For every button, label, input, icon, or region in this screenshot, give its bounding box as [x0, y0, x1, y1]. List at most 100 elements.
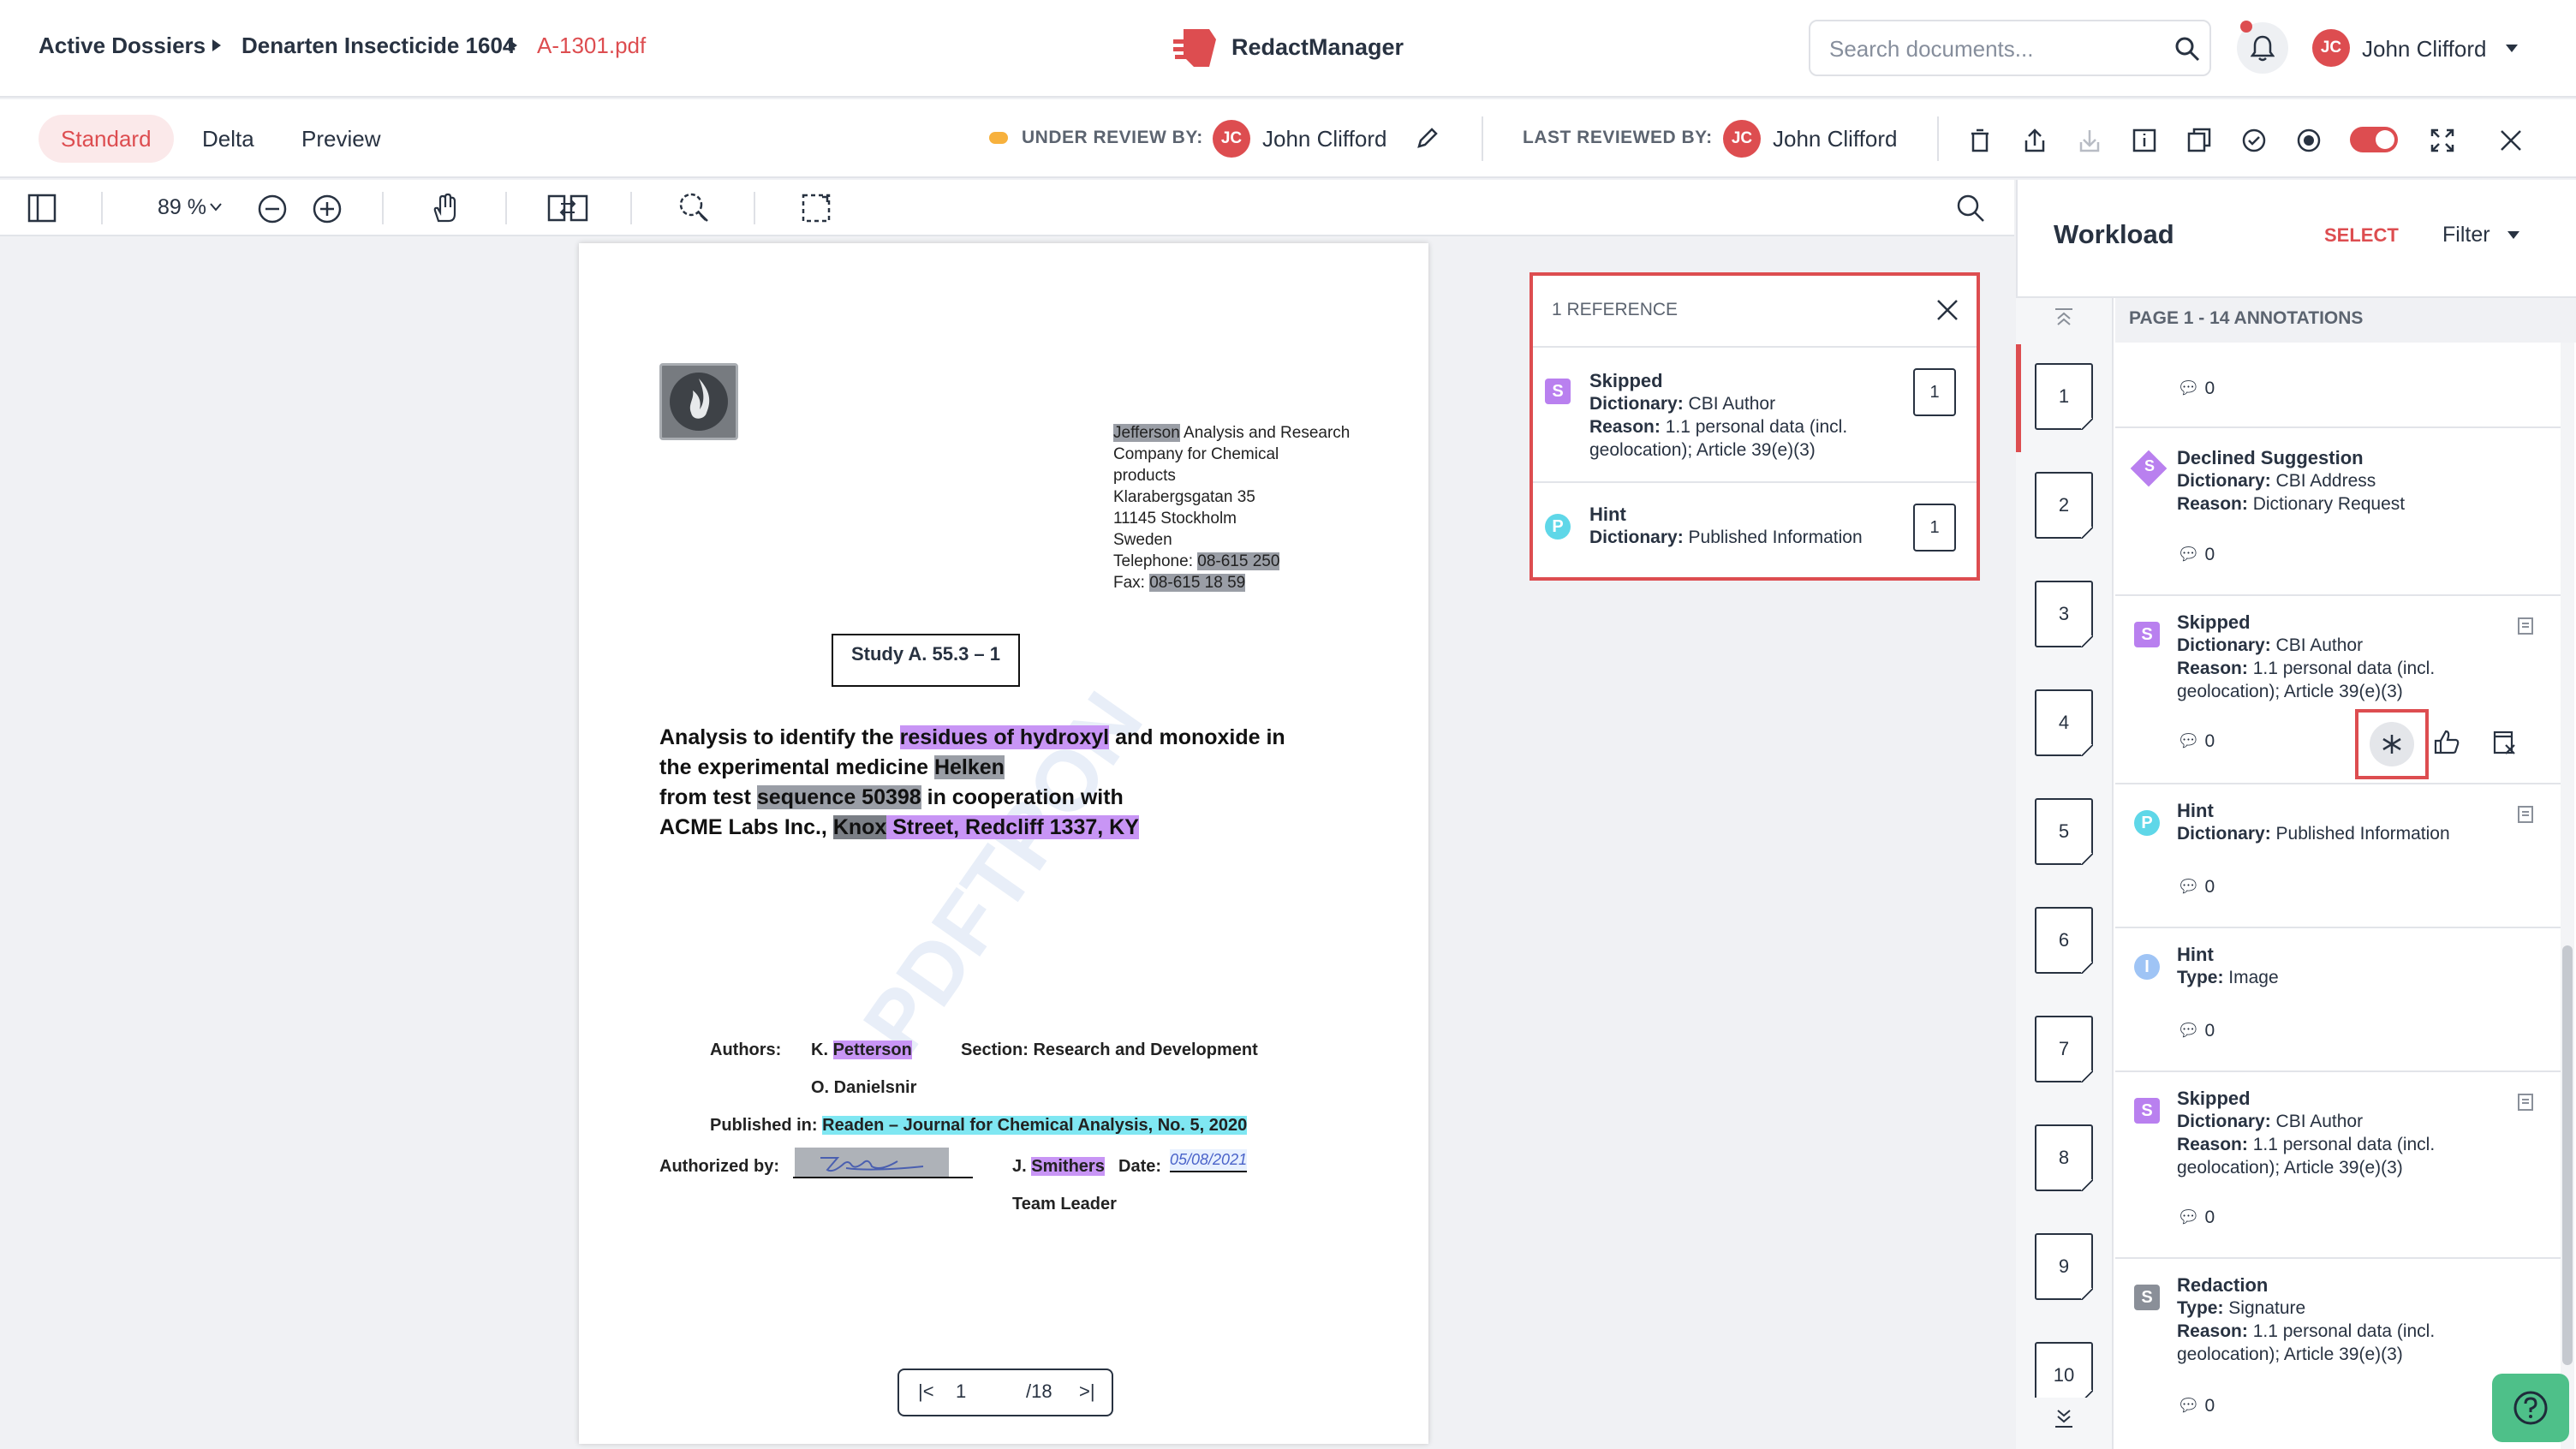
- body-line: from test sequence 50398 in cooperation …: [659, 785, 1124, 809]
- page-thumbnail[interactable]: 2: [2035, 472, 2093, 539]
- breadcrumb-active-dossiers[interactable]: Active Dossiers: [39, 33, 206, 59]
- search-icon[interactable]: [2174, 35, 2201, 63]
- document-page[interactable]: Jefferson Analysis and Research Company …: [579, 243, 1428, 1444]
- annotation-item[interactable]: S Skipped Dictionary: CBI Author Reason:…: [2115, 598, 2561, 784]
- signature-redaction[interactable]: [795, 1148, 949, 1177]
- page-marker-icon: [2518, 806, 2533, 823]
- page-thumbnail[interactable]: 1: [2035, 363, 2093, 430]
- zoom-out-icon[interactable]: [257, 194, 288, 224]
- annotation-item[interactable]: S Skipped Dictionary: CBI Author Reason:…: [2115, 1074, 2561, 1259]
- last-page-button[interactable]: >|: [1079, 1380, 1095, 1403]
- breadcrumb-dossier[interactable]: Denarten Insecticide 1604: [242, 33, 515, 59]
- tab-delta[interactable]: Delta: [180, 115, 277, 163]
- page-thumbnail[interactable]: 9: [2035, 1233, 2093, 1300]
- status-indicator: [989, 132, 1008, 144]
- zoom-in-icon[interactable]: [312, 194, 343, 224]
- annotation-dictionary: CBI Address: [2275, 471, 2376, 491]
- sidebar-toggle-icon[interactable]: [26, 192, 58, 224]
- tab-preview[interactable]: Preview: [279, 115, 402, 163]
- info-icon[interactable]: [2127, 123, 2162, 158]
- rectangle-select-icon[interactable]: [800, 192, 832, 224]
- page-thumbnail[interactable]: 6: [2035, 907, 2093, 974]
- handwritten-date[interactable]: 05/08/2021: [1170, 1149, 1248, 1172]
- divider: [754, 192, 755, 224]
- app-name: RedactManager: [1231, 34, 1404, 60]
- reference-item[interactable]: P Hint Dictionary: Published Information…: [1533, 483, 1977, 575]
- page-thumbnail[interactable]: 10: [2035, 1342, 2093, 1402]
- comment-count: 💬︎ 0: [2177, 877, 2215, 897]
- current-page-input[interactable]: 1: [956, 1380, 966, 1403]
- document-search[interactable]: [1809, 20, 2211, 76]
- under-review-name[interactable]: John Clifford: [1262, 126, 1387, 152]
- annotation-highlight[interactable]: Readen – Journal for Chemical Analysis, …: [822, 1116, 1248, 1135]
- tab-standard[interactable]: Standard: [39, 115, 174, 163]
- annotation-highlight[interactable]: Helken: [933, 755, 1005, 779]
- pan-hand-icon[interactable]: [428, 192, 461, 224]
- help-button[interactable]: [2492, 1374, 2569, 1442]
- delete-icon[interactable]: [1963, 123, 1997, 158]
- annotation-highlight[interactable]: Street, Redcliff 1337, KY: [886, 815, 1139, 839]
- page-thumbnail[interactable]: 4: [2035, 689, 2093, 756]
- close-icon[interactable]: [2494, 123, 2528, 158]
- page-thumbnail[interactable]: 3: [2035, 581, 2093, 647]
- team-leader: Team Leader: [1012, 1195, 1117, 1213]
- compare-pages-icon[interactable]: [546, 192, 589, 224]
- annotation-item[interactable]: P Hint Dictionary: Published Information…: [2115, 786, 2561, 928]
- annotation-dictionary: CBI Author: [2275, 1112, 2364, 1131]
- annotation-highlight[interactable]: Smithers: [1031, 1157, 1105, 1176]
- zoom-level[interactable]: 89 %: [158, 195, 206, 220]
- avatar: JC: [2312, 29, 2350, 67]
- user-menu[interactable]: JC John Clifford: [2312, 24, 2526, 72]
- redacted-fax[interactable]: 08-615 18 59: [1149, 574, 1246, 592]
- company-logo[interactable]: [659, 363, 738, 440]
- annotation-item[interactable]: 💬︎ 0: [2115, 343, 2561, 428]
- comment-count: 💬︎ 0: [2177, 1208, 2215, 1227]
- thumbs-up-icon[interactable]: [2432, 728, 2461, 757]
- scrollbar-thumb[interactable]: [2562, 945, 2573, 1365]
- record-icon[interactable]: [2292, 123, 2326, 158]
- download-icon[interactable]: [2072, 123, 2107, 158]
- page-thumbnail[interactable]: 8: [2035, 1124, 2093, 1191]
- search-input[interactable]: [1829, 32, 2155, 66]
- chevron-down-icon[interactable]: [2507, 231, 2519, 239]
- toggle-knob: [2376, 130, 2394, 149]
- area-search-icon[interactable]: [677, 190, 711, 224]
- reject-icon[interactable]: [2490, 728, 2519, 757]
- scroll-top-icon[interactable]: [2052, 305, 2076, 329]
- fullscreen-icon[interactable]: [2425, 123, 2460, 158]
- close-icon[interactable]: [1934, 296, 1961, 324]
- force-redaction-button[interactable]: [2370, 722, 2414, 766]
- viewer-toolbar: 89 %: [0, 180, 2014, 236]
- address-line: 11145 Stockholm: [1113, 510, 1237, 528]
- annotation-item[interactable]: I Hint Type: Image 💬︎ 0: [2115, 930, 2561, 1072]
- select-button[interactable]: SELECT: [2324, 224, 2399, 247]
- reference-item[interactable]: S Skipped Dictionary: CBI Author Reason:…: [1533, 348, 1977, 481]
- search-icon[interactable]: [1954, 192, 1987, 224]
- annotation-highlight[interactable]: sequence 50398: [756, 785, 921, 809]
- page-thumbnail[interactable]: 5: [2035, 798, 2093, 865]
- copy-icon[interactable]: [2182, 123, 2216, 158]
- scroll-bottom-icon[interactable]: [2052, 1406, 2076, 1430]
- app-logo-icon[interactable]: [1172, 24, 1219, 72]
- notifications-button[interactable]: [2237, 21, 2288, 74]
- redaction-toggle[interactable]: [2350, 127, 2398, 152]
- annotation-item[interactable]: S Declined Suggestion Dictionary: CBI Ad…: [2115, 430, 2561, 596]
- page-thumbnail[interactable]: 7: [2035, 1016, 2093, 1082]
- annotation-highlight[interactable]: Knox: [832, 815, 887, 839]
- filter-dropdown[interactable]: Filter: [2442, 223, 2490, 247]
- upload-icon[interactable]: [2018, 123, 2052, 158]
- redacted-phone[interactable]: 08-615 250: [1197, 552, 1280, 570]
- redacted-company[interactable]: Jefferson: [1113, 424, 1180, 442]
- reference-page-chip[interactable]: 1: [1913, 368, 1956, 416]
- breadcrumb-file[interactable]: A-1301.pdf: [537, 33, 646, 59]
- annotation-highlight[interactable]: residues of hydroxyl: [899, 725, 1110, 749]
- annotation-scrollbar[interactable]: [2561, 343, 2574, 1449]
- annotation-highlight[interactable]: Petterson: [832, 1041, 912, 1059]
- annotation-title: Hint: [2177, 800, 2214, 821]
- annotation-title: Declined Suggestion: [2177, 447, 2364, 468]
- chevron-down-icon[interactable]: [209, 202, 223, 212]
- approve-icon[interactable]: [2237, 123, 2271, 158]
- reference-page-chip[interactable]: 1: [1913, 504, 1956, 552]
- first-page-button[interactable]: |<: [918, 1380, 934, 1403]
- edit-reviewer-icon[interactable]: [1415, 125, 1440, 151]
